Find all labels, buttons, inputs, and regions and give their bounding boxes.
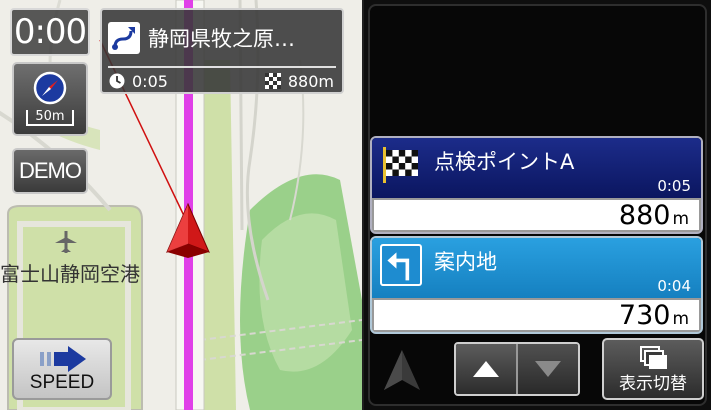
fast-forward-icon: [40, 346, 86, 372]
airport-label: 富士山静岡空港: [0, 262, 140, 286]
scroll-down-button[interactable]: [518, 344, 578, 394]
navigation-arrow-icon: [384, 350, 420, 390]
waypoint-eta: 0:05: [657, 177, 691, 195]
triangle-up-icon: [473, 361, 499, 377]
scroll-buttons: [454, 342, 580, 396]
compass-scale-button[interactable]: 50m: [12, 62, 88, 136]
map-view[interactable]: 富士山静岡空港 0:00 静岡県牧之原… 0:05 880m 50m DEMO …: [0, 0, 362, 410]
checkered-flag-icon: [383, 147, 418, 183]
demo-button[interactable]: DEMO: [12, 148, 88, 194]
destination-distance: 880m: [287, 71, 334, 91]
route-info-panel: 点検ポイントA 0:05 880 m 案内地 0:04 730 m 表示切替: [362, 0, 711, 410]
layers-icon: [640, 346, 667, 369]
display-switch-button[interactable]: 表示切替: [602, 338, 704, 400]
scroll-up-button[interactable]: [456, 344, 518, 394]
checkered-flag-icon: [264, 73, 281, 89]
waypoint-card[interactable]: 点検ポイントA 0:05 880 m: [370, 136, 703, 234]
route-icon: [108, 22, 140, 54]
guide-point-name: 案内地: [434, 250, 497, 274]
destination-time: 0:05: [132, 71, 168, 91]
clock-icon: [109, 73, 125, 89]
destination-name: 静岡県牧之原…: [148, 27, 295, 51]
guide-point-eta: 0:04: [657, 277, 691, 295]
triangle-down-icon: [535, 361, 561, 377]
display-switch-label: 表示切替: [619, 374, 687, 394]
scale-label: 50m: [26, 110, 74, 126]
compass-icon: [33, 71, 67, 105]
destination-panel[interactable]: 静岡県牧之原… 0:05 880m: [100, 8, 344, 94]
guide-point-distance: 730 m: [618, 300, 689, 331]
clock-display: 0:00: [10, 8, 90, 56]
speed-label: SPEED: [29, 372, 95, 393]
waypoint-distance: 880 m: [618, 200, 689, 231]
waypoint-name: 点検ポイントA: [434, 150, 575, 174]
guide-point-card[interactable]: 案内地 0:04 730 m: [370, 236, 703, 334]
speed-button[interactable]: SPEED: [12, 338, 112, 400]
turn-left-arrow-icon: [380, 244, 422, 286]
